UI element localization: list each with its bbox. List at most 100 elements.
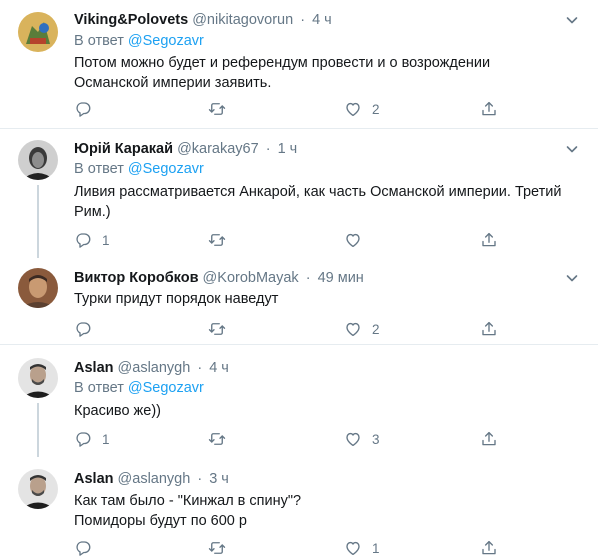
reply-to-mention[interactable]: @Segozavr <box>128 380 204 396</box>
tweet-text: Потом можно будет и референдум провести … <box>74 55 491 91</box>
share-button[interactable] <box>480 230 498 250</box>
share-icon <box>480 320 498 338</box>
display-name[interactable]: Aslan <box>74 471 114 487</box>
like-count: 2 <box>372 321 380 337</box>
avatar[interactable] <box>18 358 58 398</box>
tweet-text: Турки придут порядок наведут <box>74 291 279 307</box>
like-button[interactable] <box>344 230 372 250</box>
like-icon <box>344 539 362 557</box>
retweet-button[interactable] <box>208 319 236 339</box>
tweet[interactable]: Aslan @aslanygh · 4 ч В ответ @Segozavr … <box>0 345 598 457</box>
tweet[interactable]: Aslan @aslanygh · 3 ч Как там было - "Ки… <box>0 457 598 559</box>
share-button[interactable] <box>480 319 498 339</box>
tweet-actions: 2 <box>74 99 534 119</box>
avatar[interactable] <box>18 469 58 509</box>
reply-prefix: В ответ <box>74 161 124 177</box>
retweet-icon <box>208 539 226 557</box>
like-count: 2 <box>372 101 380 117</box>
avatar[interactable] <box>18 268 58 308</box>
reply-context: В ответ @Segozavr <box>74 32 204 51</box>
user-handle[interactable]: @aslanygh <box>118 471 191 487</box>
thread-line <box>37 185 39 258</box>
chevron-down-icon[interactable] <box>564 141 580 157</box>
timestamp[interactable]: 3 ч <box>209 471 229 487</box>
tweet[interactable]: Виктор Коробков @KorobMayak · 49 мин Тур… <box>0 258 598 345</box>
reply-button[interactable] <box>74 319 102 339</box>
display-name[interactable]: Aslan <box>74 360 114 376</box>
reply-icon <box>74 430 92 448</box>
tweet-text: Ливия рассматривается Анкарой, как часть… <box>74 184 562 220</box>
share-icon <box>480 100 498 118</box>
separator-dot: · <box>305 270 311 286</box>
reply-to-mention[interactable]: @Segozavr <box>128 33 204 49</box>
tweet-actions: 2 <box>74 319 534 339</box>
like-button[interactable]: 2 <box>344 99 380 119</box>
tweet-header: Aslan @aslanygh · 4 ч <box>74 358 229 378</box>
user-handle[interactable]: @KorobMayak <box>203 270 299 286</box>
tweet[interactable]: Юрій Каракай @karakay67 · 1 ч В ответ @S… <box>0 129 598 258</box>
tweet-actions: 1 <box>74 538 534 558</box>
separator-dot: · <box>265 141 271 157</box>
like-button[interactable]: 1 <box>344 538 380 558</box>
avatar[interactable] <box>18 140 58 180</box>
user-handle[interactable]: @karakay67 <box>177 141 259 157</box>
share-button[interactable] <box>480 429 498 449</box>
reply-context: В ответ @Segozavr <box>74 379 204 398</box>
reply-prefix: В ответ <box>74 380 124 396</box>
retweet-button[interactable] <box>208 230 236 250</box>
tweet-text: Как там было - "Кинжал в спину"? Помидор… <box>74 493 302 529</box>
like-icon <box>344 100 362 118</box>
tweet-header: Aslan @aslanygh · 3 ч <box>74 469 229 489</box>
timestamp[interactable]: 4 ч <box>312 12 332 28</box>
retweet-button[interactable] <box>208 99 236 119</box>
reply-to-mention[interactable]: @Segozavr <box>128 161 204 177</box>
tweet-text: Красиво же)) <box>74 403 161 419</box>
separator-dot: · <box>300 12 306 28</box>
like-icon <box>344 430 362 448</box>
like-icon <box>344 320 362 338</box>
share-button[interactable] <box>480 99 498 119</box>
user-handle[interactable]: @nikitagovorun <box>192 12 293 28</box>
like-count: 3 <box>372 431 380 447</box>
separator-dot: · <box>197 471 203 487</box>
retweet-icon <box>208 231 226 249</box>
timestamp[interactable]: 4 ч <box>209 360 229 376</box>
tweet-actions: 1 3 <box>74 429 534 449</box>
display-name[interactable]: Юрій Каракай <box>74 141 173 157</box>
reply-icon <box>74 539 92 557</box>
tweet-header: Viking&Polovets @nikitagovorun · 4 ч <box>74 10 332 30</box>
retweet-button[interactable] <box>208 429 236 449</box>
retweet-button[interactable] <box>208 538 236 558</box>
chevron-down-icon[interactable] <box>564 270 580 286</box>
like-button[interactable]: 2 <box>344 319 380 339</box>
user-handle[interactable]: @aslanygh <box>118 360 191 376</box>
reply-button[interactable]: 1 <box>74 230 110 250</box>
reply-count: 1 <box>102 232 110 248</box>
reply-button[interactable]: 1 <box>74 429 110 449</box>
like-count: 1 <box>372 540 380 556</box>
reply-button[interactable] <box>74 538 102 558</box>
tweet-header: Виктор Коробков @KorobMayak · 49 мин <box>74 268 364 288</box>
like-button[interactable]: 3 <box>344 429 380 449</box>
replies-feed: Viking&Polovets @nikitagovorun · 4 ч В о… <box>0 0 598 559</box>
share-icon <box>480 231 498 249</box>
separator-dot: · <box>197 360 203 376</box>
share-icon <box>480 539 498 557</box>
display-name[interactable]: Виктор Коробков <box>74 270 199 286</box>
reply-icon <box>74 100 92 118</box>
reply-prefix: В ответ <box>74 33 124 49</box>
share-icon <box>480 430 498 448</box>
tweet[interactable]: Viking&Polovets @nikitagovorun · 4 ч В о… <box>0 0 598 129</box>
retweet-icon <box>208 320 226 338</box>
reply-button[interactable] <box>74 99 102 119</box>
timestamp[interactable]: 1 ч <box>278 141 298 157</box>
share-button[interactable] <box>480 538 498 558</box>
timestamp[interactable]: 49 мин <box>318 270 364 286</box>
reply-context: В ответ @Segozavr <box>74 160 204 179</box>
reply-count: 1 <box>102 431 110 447</box>
thread-line <box>37 403 39 457</box>
display-name[interactable]: Viking&Polovets <box>74 12 188 28</box>
reply-icon <box>74 320 92 338</box>
chevron-down-icon[interactable] <box>564 12 580 28</box>
avatar[interactable] <box>18 12 58 52</box>
